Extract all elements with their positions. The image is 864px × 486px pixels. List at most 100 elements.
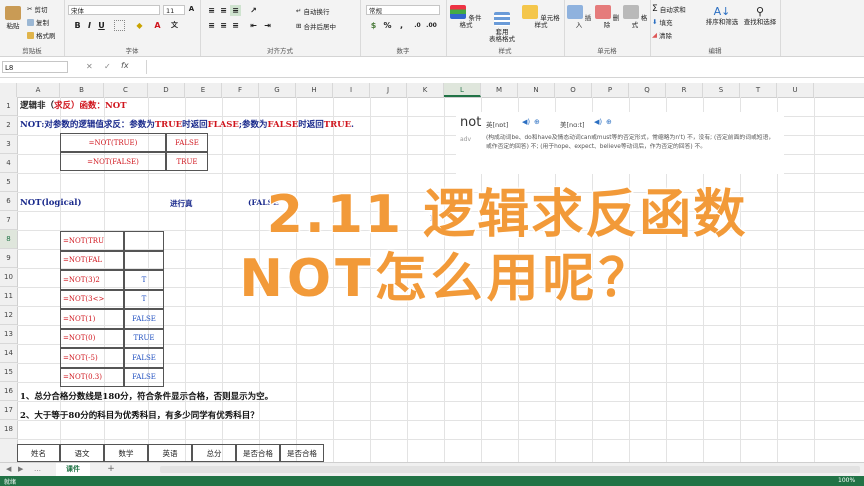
main-table-formula[interactable]: =NOT(1) xyxy=(60,309,124,329)
zoom-level[interactable]: 100% xyxy=(838,477,855,484)
align-left-icon[interactable]: ≡ xyxy=(206,20,217,31)
row-header-4[interactable]: 4 xyxy=(0,154,17,173)
column-header-h[interactable]: H xyxy=(296,83,333,97)
column-header-u[interactable]: U xyxy=(777,83,814,97)
column-header-p[interactable]: P xyxy=(592,83,629,97)
column-header-k[interactable]: K xyxy=(407,83,444,97)
column-header-i[interactable]: I xyxy=(333,83,370,97)
score-header-cell[interactable]: 是否合格 xyxy=(236,444,280,462)
column-header-f[interactable]: F xyxy=(222,83,259,97)
column-header-c[interactable]: C xyxy=(104,83,148,97)
format-painter-button[interactable]: 格式刷 xyxy=(27,30,56,40)
column-header-n[interactable]: N xyxy=(518,83,555,97)
column-header-j[interactable]: J xyxy=(370,83,407,97)
row-header-2[interactable]: 2 xyxy=(0,116,17,135)
bold-button[interactable]: B xyxy=(72,20,83,31)
score-header-cell[interactable]: 数学 xyxy=(104,444,148,462)
row-header-13[interactable]: 13 xyxy=(0,325,17,344)
autosum-button[interactable]: Σ 自动求和 xyxy=(652,4,686,14)
fill-button[interactable]: ⬇ 填充 xyxy=(652,17,672,27)
score-header-cell[interactable]: 英语 xyxy=(148,444,192,462)
name-box[interactable]: L8 xyxy=(2,61,68,73)
add-sheet-icon[interactable]: + xyxy=(104,463,118,476)
fx-icon[interactable]: fx xyxy=(121,61,129,70)
row-header-17[interactable]: 17 xyxy=(0,401,17,420)
column-header-r[interactable]: R xyxy=(666,83,703,97)
next-sheet-icon[interactable]: ▶ xyxy=(18,465,23,473)
score-header-cell[interactable]: 姓名 xyxy=(17,444,60,462)
select-all-corner[interactable] xyxy=(0,83,17,97)
merge-center-button[interactable]: ⊞ 合并后居中 xyxy=(296,21,336,31)
column-header-s[interactable]: S xyxy=(703,83,740,97)
fill-color-icon[interactable]: ◆ xyxy=(134,20,145,31)
main-table-formula[interactable]: =NOT(-5) xyxy=(60,348,124,368)
column-header-e[interactable]: E xyxy=(185,83,222,97)
speaker-icon[interactable]: ◀) xyxy=(522,118,530,126)
main-table-formula[interactable]: =NOT(0.3) xyxy=(60,367,124,387)
cell-a2-description[interactable]: NOT:对参数的逻辑值求反：参数为TRUE时返回FLASE;参数为FALSE时返… xyxy=(20,118,354,130)
grow-font-icon[interactable]: A xyxy=(186,4,197,15)
info-us-icon[interactable]: ⊕ xyxy=(606,118,612,126)
top-table-formula[interactable]: =NOT(TRUE) xyxy=(60,133,166,152)
wrap-text-button[interactable]: ↵ 自动换行 xyxy=(296,6,329,16)
score-header-cell[interactable]: 语文 xyxy=(60,444,104,462)
conditional-format-button[interactable]: 条件格式 xyxy=(448,5,484,29)
row-header-15[interactable]: 15 xyxy=(0,363,17,382)
increase-indent-icon[interactable]: ⇥ xyxy=(262,20,273,31)
cell-styles-button[interactable]: 单元格样式 xyxy=(520,5,562,29)
align-right-icon[interactable]: ≡ xyxy=(230,20,241,31)
sort-filter-button[interactable]: A↓ 排序和筛选 xyxy=(704,5,740,26)
align-center-icon[interactable]: ≡ xyxy=(218,20,229,31)
main-table-result[interactable]: TRUE xyxy=(124,328,164,348)
clear-button[interactable]: ◢ 清除 xyxy=(652,30,672,40)
top-table-result[interactable]: TRUE xyxy=(166,152,208,171)
info-icon[interactable]: ⊕ xyxy=(534,118,540,126)
insert-button[interactable]: 插入 xyxy=(566,5,592,29)
column-header-d[interactable]: D xyxy=(148,83,185,97)
score-header-cell[interactable]: 总分 xyxy=(192,444,236,462)
delete-button[interactable]: 删除 xyxy=(594,5,620,29)
column-header-q[interactable]: Q xyxy=(629,83,666,97)
confirm-icon[interactable]: ✓ xyxy=(104,62,111,71)
row-header-14[interactable]: 14 xyxy=(0,344,17,363)
align-middle-icon[interactable]: ≡ xyxy=(218,5,229,16)
column-header-l[interactable]: L xyxy=(444,83,481,97)
formula-input[interactable] xyxy=(146,60,863,74)
column-header-o[interactable]: O xyxy=(555,83,592,97)
font-size-select[interactable]: 11 xyxy=(163,5,185,15)
number-format-select[interactable]: 常规 xyxy=(366,5,440,15)
font-name-select[interactable]: 宋体 xyxy=(68,5,160,15)
main-table-result[interactable]: FALSE xyxy=(124,367,164,387)
align-bottom-icon[interactable]: ≡ xyxy=(230,5,241,16)
column-header-m[interactable]: M xyxy=(481,83,518,97)
row-header-1[interactable]: 1 xyxy=(0,97,17,116)
column-header-a[interactable]: A xyxy=(17,83,60,97)
comma-icon[interactable]: , xyxy=(396,20,407,31)
column-header-b[interactable]: B xyxy=(60,83,104,97)
format-as-table-button[interactable]: 套用 表格格式 xyxy=(484,5,520,43)
decrease-decimal-icon[interactable]: .00 xyxy=(426,20,437,31)
column-header-t[interactable]: T xyxy=(740,83,777,97)
cell-a1-title[interactable]: 逻辑非（求反）函数：NOT xyxy=(20,99,127,111)
row-header-16[interactable]: 16 xyxy=(0,382,17,401)
horizontal-scrollbar[interactable] xyxy=(160,466,860,473)
main-table-result[interactable]: FALSE xyxy=(124,309,164,329)
format-button[interactable]: 格式 xyxy=(622,5,648,29)
border-icon[interactable] xyxy=(114,20,125,31)
speaker-us-icon[interactable]: ◀) xyxy=(594,118,602,126)
italic-button[interactable]: I xyxy=(84,20,95,31)
increase-decimal-icon[interactable]: .0 xyxy=(412,20,423,31)
underline-button[interactable]: U xyxy=(96,20,107,31)
score-header-cell[interactable]: 是否合格 xyxy=(280,444,324,462)
more-sheets-icon[interactable]: … xyxy=(34,465,41,473)
top-table-result[interactable]: FALSE xyxy=(166,133,208,152)
prev-sheet-icon[interactable]: ◀ xyxy=(6,465,11,473)
paste-button[interactable]: 粘贴 xyxy=(3,6,23,30)
cancel-icon[interactable]: ✕ xyxy=(86,62,93,71)
orientation-icon[interactable]: ↗ xyxy=(248,5,259,16)
top-table-formula[interactable]: =NOT(FALSE) xyxy=(60,152,166,171)
decrease-indent-icon[interactable]: ⇤ xyxy=(248,20,259,31)
column-header-g[interactable]: G xyxy=(259,83,296,97)
main-table-result[interactable]: FALSE xyxy=(124,348,164,368)
cut-button[interactable]: ✂ 剪切 xyxy=(27,4,47,14)
